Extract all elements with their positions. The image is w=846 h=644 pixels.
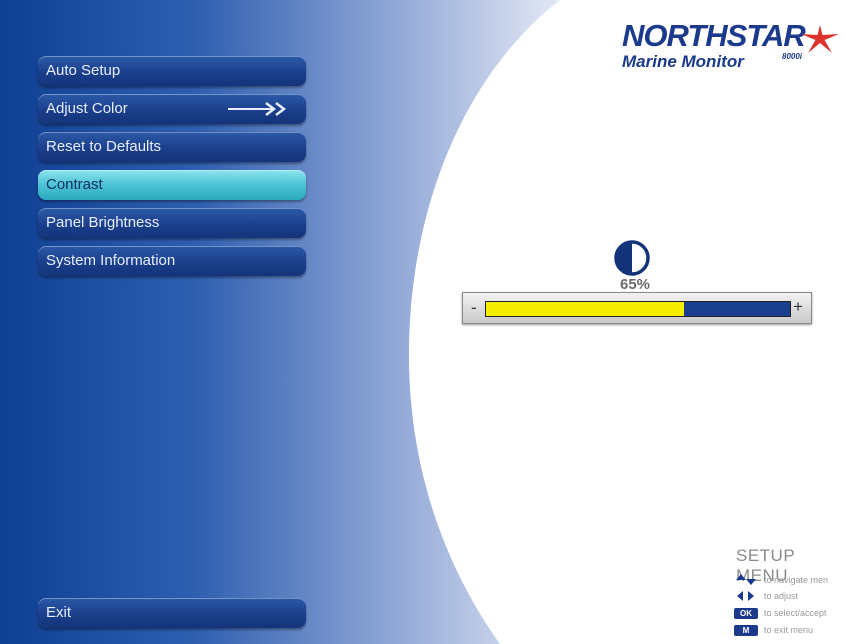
increase-indicator: +	[793, 297, 803, 316]
logo-subtitle: Marine Monitor	[622, 52, 744, 71]
logo-model: 8000i	[782, 52, 803, 61]
menu-item-label: System Information	[46, 252, 176, 269]
menu-item-label: Reset to Defaults	[46, 138, 162, 155]
up-down-arrows-icon	[734, 574, 758, 586]
help-text: to select/accept	[764, 608, 827, 618]
left-right-arrows-icon	[734, 590, 758, 602]
help-text: to navigate men	[764, 575, 829, 585]
help-row-navigate: to navigate men	[734, 574, 828, 586]
help-text: to adjust	[764, 591, 799, 601]
help-row-adjust: to adjust	[734, 590, 798, 602]
menu-item-system-information[interactable]: System Information	[38, 246, 306, 276]
exit-button[interactable]: Exit	[38, 598, 306, 628]
menu-item-panel-brightness[interactable]: Panel Brightness	[38, 208, 306, 238]
menu-item-auto-setup[interactable]: Auto Setup	[38, 56, 306, 86]
slider-track[interactable]	[485, 301, 791, 317]
help-row-select: OK to select/accept	[734, 607, 827, 619]
decrease-indicator: -	[471, 298, 477, 317]
menu-item-label: Auto Setup	[46, 62, 121, 79]
ok-key-icon: OK	[734, 607, 758, 619]
northstar-logo: NORTHSTAR Marine Monitor 8000i	[618, 18, 844, 88]
m-key-icon: M	[734, 624, 758, 636]
exit-label: Exit	[46, 604, 72, 621]
submenu-arrow-icon	[226, 94, 296, 124]
menu-item-label: Contrast	[46, 176, 103, 193]
menu-item-reset-to-defaults[interactable]: Reset to Defaults	[38, 132, 306, 162]
menu-item-contrast[interactable]: Contrast	[38, 170, 306, 200]
ok-key-label: OK	[734, 607, 758, 619]
contrast-value: 65%	[619, 276, 651, 293]
menu-item-label: Panel Brightness	[46, 214, 160, 231]
logo-brand: NORTHSTAR	[622, 18, 806, 53]
m-key-label: M	[734, 624, 758, 636]
star-icon	[801, 25, 839, 53]
help-row-exit: M to exit menu	[734, 624, 813, 636]
slider-fill	[486, 302, 684, 316]
menu-item-adjust-color[interactable]: Adjust Color	[38, 94, 306, 124]
contrast-slider[interactable]: - +	[462, 292, 812, 324]
help-text: to exit menu	[764, 625, 814, 635]
contrast-icon	[614, 240, 650, 276]
menu-item-label: Adjust Color	[46, 100, 128, 117]
